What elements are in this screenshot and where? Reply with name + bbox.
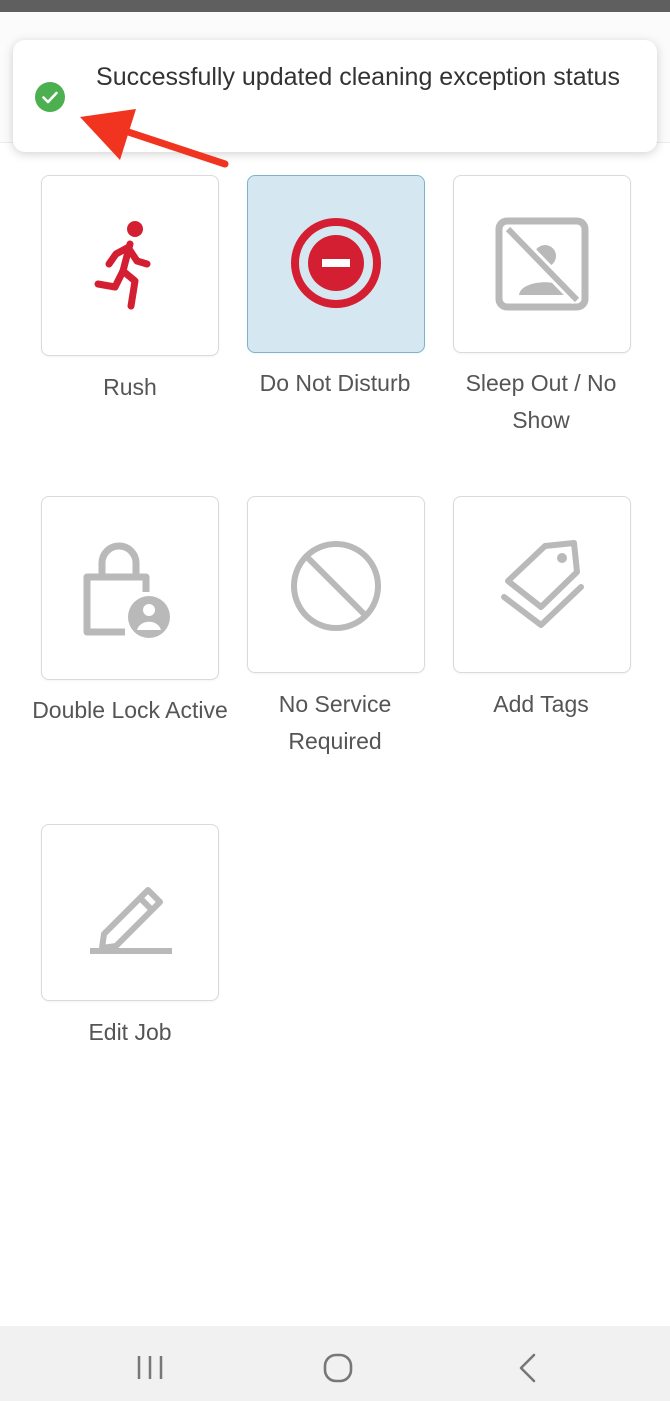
back-icon[interactable]	[515, 1353, 539, 1383]
rush-label: Rush	[103, 374, 157, 400]
running-person-icon	[94, 221, 151, 310]
double-lock-active-label: Double Lock Active	[32, 697, 228, 723]
do-not-disturb-button[interactable]	[247, 175, 425, 353]
rush-button[interactable]	[41, 175, 219, 356]
navigation-bar	[0, 1326, 670, 1401]
tags-icon	[501, 540, 584, 628]
no-service-required-label: No Service Required	[278, 691, 392, 754]
sleep-out-no-show-button[interactable]	[453, 175, 631, 353]
home-icon[interactable]	[323, 1353, 355, 1383]
no-service-required-button[interactable]	[247, 496, 425, 673]
pencil-icon	[90, 887, 172, 954]
lock-person-icon	[83, 542, 170, 638]
do-not-disturb-label: Do Not Disturb	[259, 370, 411, 396]
edit-job-button[interactable]	[41, 824, 219, 1001]
toast-message: Successfully updated cleaning exception …	[96, 63, 620, 91]
add-tags-button[interactable]	[453, 496, 631, 673]
double-lock-active-button[interactable]	[41, 496, 219, 680]
edit-job-label: Edit Job	[88, 1019, 172, 1045]
prohibited-icon	[291, 541, 381, 631]
status-bar	[0, 0, 670, 12]
no-profile-image-icon	[495, 217, 589, 311]
check-circle-icon	[35, 82, 65, 112]
do-not-disturb-icon	[291, 218, 381, 308]
recent-apps-icon[interactable]	[136, 1354, 166, 1382]
red-arrow-icon	[80, 109, 229, 168]
sleep-out-no-show-label: Sleep Out / No Show	[465, 370, 617, 433]
add-tags-label: Add Tags	[493, 691, 589, 717]
